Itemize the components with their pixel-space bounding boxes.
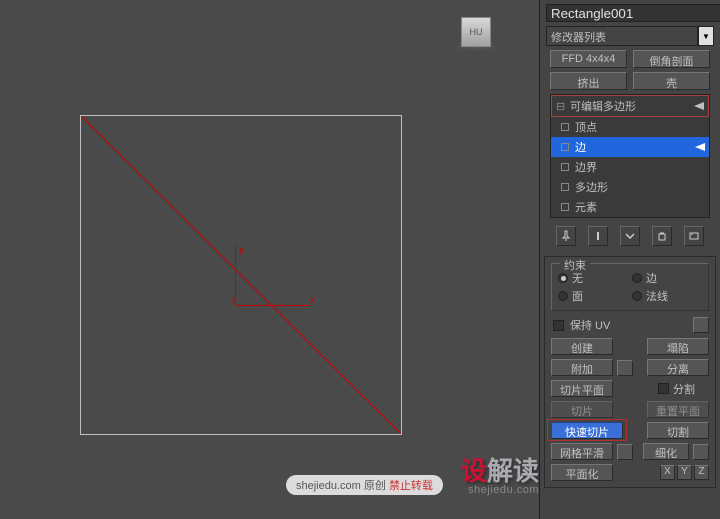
axis-z-label: z [231,295,236,305]
constraint-face-radio[interactable]: 面 [558,288,628,304]
watermark-tag: shejiedu.com 原创 禁止转载 [286,475,443,495]
tessellate-settings-button[interactable] [693,444,709,460]
watermark: 设解读 shejiedu.com [461,451,539,496]
radio-icon [558,291,568,301]
watermark-logo: 设解读 [461,451,539,488]
stack-header-editable-poly[interactable]: ⊟ 可编辑多边形 [551,95,709,117]
preset-chamfer-button[interactable]: 倒角剖面 [633,50,710,68]
rectangle-border [80,115,402,435]
planarize-z-button[interactable]: Z [694,465,709,480]
constraint-normal-radio[interactable]: 法线 [632,288,702,304]
element-icon [561,203,569,211]
stack-item-vertex[interactable]: 顶点 [551,117,709,137]
rectangle-object[interactable]: y x z [80,115,402,435]
stack-active-icon [694,102,704,110]
modifier-stack[interactable]: ⊟ 可编辑多边形 顶点 边 边界 多边形 元素 [550,94,710,218]
polygon-icon [561,183,569,191]
preserve-uv-settings-button[interactable] [693,317,709,333]
split-label: 分割 [673,381,695,397]
viewcube-face[interactable]: HU [461,17,491,47]
collapse-button[interactable]: 塌陷 [647,338,709,355]
modifier-list-dropdown[interactable]: 修改器列表 [546,26,698,46]
attach-button[interactable]: 附加 [551,359,613,376]
viewcube[interactable]: HU [443,8,509,56]
show-end-result-icon[interactable] [588,226,608,246]
watermark-url: shejiedu.com [461,484,539,496]
edge-icon [561,143,569,151]
make-unique-icon[interactable] [620,226,640,246]
modify-panel: 修改器列表 ▼ FFD 4x4x4 倒角剖面 挤出 壳 ⊟ 可编辑多边形 顶点 … [539,0,720,519]
dropdown-arrow-icon[interactable]: ▼ [698,26,714,46]
radio-icon [632,291,642,301]
stack-item-polygon[interactable]: 多边形 [551,177,709,197]
create-button[interactable]: 创建 [551,338,613,355]
object-name-input[interactable] [546,4,720,22]
constraint-legend: 约束 [560,257,590,273]
planarize-button[interactable]: 平面化 [551,464,613,481]
msmooth-settings-button[interactable] [617,444,633,460]
msmooth-button[interactable]: 网格平滑 [551,443,613,460]
axis-x-line [235,305,310,306]
pin-stack-icon[interactable] [556,226,576,246]
stack-active-icon [695,143,705,151]
axis-x-label: x [310,295,315,306]
radio-icon [632,273,642,283]
quickslice-button[interactable]: 快速切片 [551,422,623,439]
constraint-edge-radio[interactable]: 边 [632,270,702,286]
preserve-uv-checkbox[interactable] [553,320,564,331]
constraint-fieldset: 约束 无 边 面 法线 [551,263,709,311]
attach-settings-button[interactable] [617,360,633,376]
split-checkbox[interactable] [658,383,669,394]
planarize-x-button[interactable]: X [660,465,675,480]
preserve-uv-label: 保持 UV [570,317,610,333]
reset-plane-button[interactable]: 重置平面 [647,401,709,418]
slice-plane-button[interactable]: 切片平面 [551,380,613,397]
remove-modifier-icon[interactable] [652,226,672,246]
preset-ffd-button[interactable]: FFD 4x4x4 [550,50,627,68]
slice-button[interactable]: 切片 [551,401,613,418]
preset-shell-button[interactable]: 壳 [633,72,710,90]
expand-icon: ⊟ [556,100,565,113]
planarize-y-button[interactable]: Y [677,465,692,480]
stack-item-border[interactable]: 边界 [551,157,709,177]
border-icon [561,163,569,171]
cut-button[interactable]: 切割 [647,422,709,439]
vertex-icon [561,123,569,131]
preset-extrude-button[interactable]: 挤出 [550,72,627,90]
stack-toolbar [550,222,710,250]
detach-button[interactable]: 分离 [647,359,709,376]
viewport[interactable]: HU y x z 设解读 shejiedu.com shejiedu.com 原… [0,0,539,519]
stack-item-edge[interactable]: 边 [551,137,709,157]
stack-item-element[interactable]: 元素 [551,197,709,217]
radio-icon [558,273,568,283]
configure-sets-icon[interactable] [684,226,704,246]
edit-edges-rollout: 约束 无 边 面 法线 保持 UV 创建 塌陷 附加 分离 [544,256,716,488]
tessellate-button[interactable]: 细化 [643,443,689,460]
axis-y-label: y [239,245,244,256]
